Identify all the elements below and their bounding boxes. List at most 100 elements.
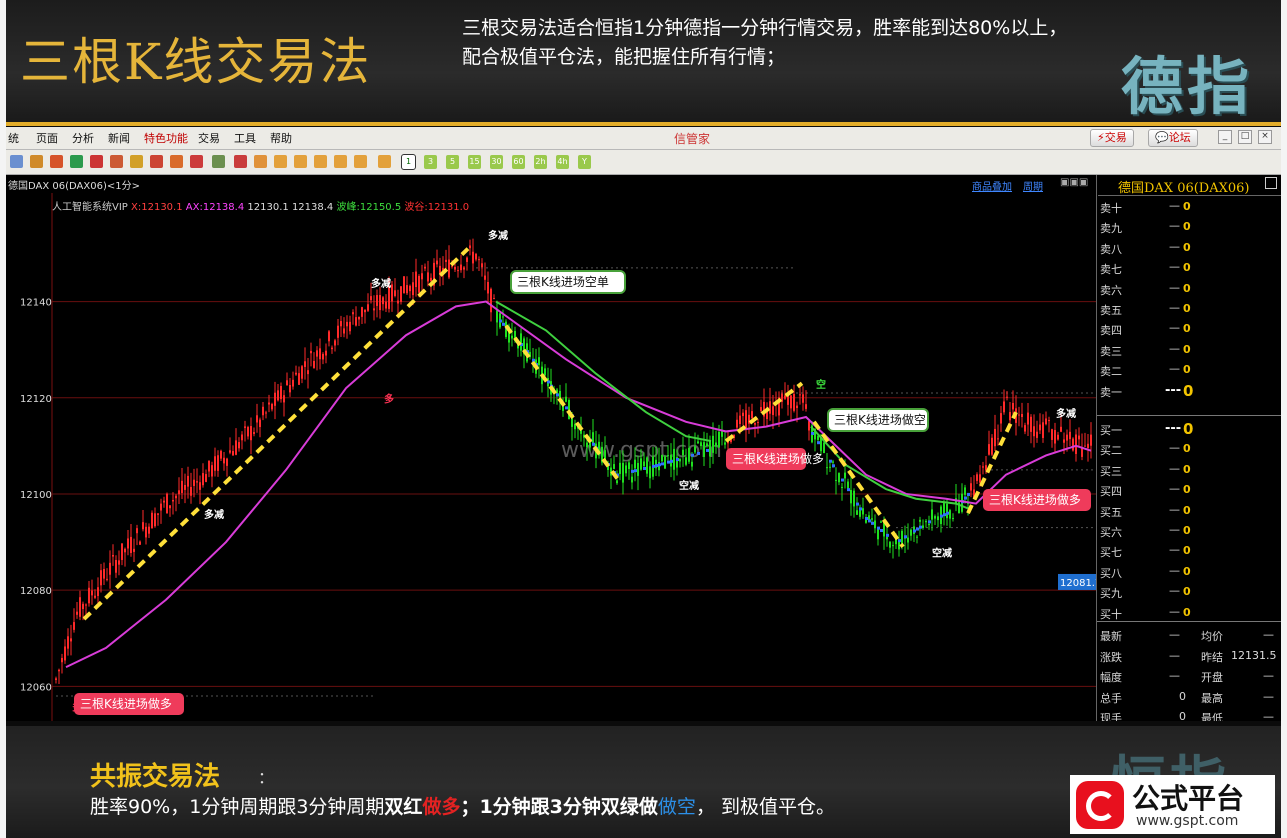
menu-special[interactable]: 特色功能 bbox=[144, 130, 188, 146]
buy-level-row[interactable]: 买三 —0 bbox=[1097, 460, 1281, 480]
candle-body bbox=[1063, 439, 1065, 443]
candle-body bbox=[403, 276, 405, 294]
candle-body bbox=[976, 474, 978, 481]
buy-level-row[interactable]: 买十 —0 bbox=[1097, 603, 1281, 623]
overlay-link[interactable]: 商品叠加 bbox=[972, 178, 1012, 193]
candle-body bbox=[790, 395, 792, 409]
stat-value-right: — bbox=[1263, 710, 1274, 721]
year-icon[interactable] bbox=[354, 155, 367, 168]
menu-trade[interactable]: 交易 bbox=[198, 130, 220, 146]
sell-level-row[interactable]: 卖二 —0 bbox=[1097, 360, 1281, 380]
period-15[interactable]: 15 bbox=[468, 155, 481, 169]
menu-page[interactable]: 页面 bbox=[36, 130, 58, 146]
minimize-button[interactable]: _ bbox=[1218, 130, 1232, 144]
pen-icon[interactable] bbox=[150, 155, 163, 168]
candle-body bbox=[1006, 396, 1008, 398]
news-icon[interactable] bbox=[50, 155, 63, 168]
period-2h[interactable]: 2h bbox=[534, 155, 547, 169]
period-5[interactable]: 5 bbox=[446, 155, 459, 169]
bars-icon[interactable] bbox=[30, 155, 43, 168]
buy-level-row[interactable]: 买二 —0 bbox=[1097, 439, 1281, 459]
kline-chart[interactable]: 1206012080121001212012140www.gspt.com多多多… bbox=[6, 175, 1096, 721]
refresh-icon[interactable] bbox=[70, 155, 83, 168]
minute-icon[interactable] bbox=[254, 155, 267, 168]
month-icon[interactable] bbox=[314, 155, 327, 168]
blue-dot bbox=[652, 464, 655, 468]
candle-body bbox=[736, 419, 738, 428]
candle-body bbox=[922, 525, 924, 528]
candle-body bbox=[739, 415, 741, 424]
sell-level-row[interactable]: 卖九 —0 bbox=[1097, 217, 1281, 237]
maximize-button[interactable]: □ bbox=[1238, 130, 1252, 144]
candle-body bbox=[88, 587, 90, 604]
tool-icon[interactable] bbox=[130, 155, 143, 168]
candle-body bbox=[265, 412, 267, 414]
blue-dot bbox=[661, 462, 664, 466]
period-60[interactable]: 60 bbox=[512, 155, 525, 169]
menu-system[interactable]: 统 bbox=[8, 130, 19, 146]
callout-label: 三根K线进场做多 bbox=[80, 696, 172, 711]
candle-body bbox=[1024, 425, 1026, 432]
candle-body bbox=[112, 554, 114, 557]
buy-level-row[interactable]: 买五 —0 bbox=[1097, 501, 1281, 521]
pin-icon[interactable] bbox=[190, 155, 203, 168]
sell-level-row[interactable]: 卖一 --- 0 bbox=[1097, 381, 1281, 401]
zoom-out-icon[interactable] bbox=[110, 155, 123, 168]
close-button[interactable]: × bbox=[1258, 130, 1272, 144]
chart-icon[interactable] bbox=[234, 155, 247, 168]
period-3[interactable]: 3 bbox=[424, 155, 437, 169]
table-icon[interactable] bbox=[212, 155, 225, 168]
period-30[interactable]: 30 bbox=[490, 155, 503, 169]
candle-body bbox=[496, 310, 498, 323]
brush-icon[interactable] bbox=[170, 155, 183, 168]
menu-news[interactable]: 新闻 bbox=[108, 130, 130, 146]
buy-level-row[interactable]: 买九 —0 bbox=[1097, 582, 1281, 602]
sell-level-row[interactable]: 卖六 —0 bbox=[1097, 279, 1281, 299]
candle-body bbox=[55, 678, 57, 681]
sell-level-row[interactable]: 卖七 —0 bbox=[1097, 258, 1281, 278]
level-price: — bbox=[1169, 523, 1180, 536]
buy-level-row[interactable]: 买七 —0 bbox=[1097, 541, 1281, 561]
blue-dot bbox=[880, 529, 883, 533]
period-y[interactable]: Y bbox=[578, 155, 591, 169]
sell-level-row[interactable]: 卖五 —0 bbox=[1097, 299, 1281, 319]
season-icon[interactable] bbox=[334, 155, 347, 168]
level-volume: 0 bbox=[1183, 605, 1191, 619]
menu-analysis[interactable]: 分析 bbox=[72, 130, 94, 146]
period-4h[interactable]: 4h bbox=[556, 155, 569, 169]
blue-dot bbox=[904, 535, 907, 539]
menu-tools[interactable]: 工具 bbox=[234, 130, 256, 146]
home-icon[interactable] bbox=[10, 155, 23, 168]
menu-help[interactable]: 帮助 bbox=[270, 130, 292, 146]
week-icon[interactable] bbox=[294, 155, 307, 168]
forum-button[interactable]: 💬论坛 bbox=[1148, 129, 1198, 147]
sell-level-row[interactable]: 卖八 —0 bbox=[1097, 238, 1281, 258]
candle-body bbox=[334, 340, 336, 346]
callout-label: 三根K线进场空单 bbox=[517, 275, 609, 289]
sell-level-row[interactable]: 卖十 —0 bbox=[1097, 197, 1281, 217]
level-label: 卖二 bbox=[1100, 365, 1122, 379]
candle-body bbox=[295, 372, 297, 375]
buy-level-row[interactable]: 买四 —0 bbox=[1097, 480, 1281, 500]
buy-level-row[interactable]: 买六 —0 bbox=[1097, 521, 1281, 541]
candle-body bbox=[241, 434, 243, 441]
candle-body bbox=[199, 482, 201, 490]
period-link[interactable]: 周期 bbox=[1023, 178, 1043, 193]
buy-level-row[interactable]: 买一 --- 0 bbox=[1097, 419, 1281, 439]
day-icon[interactable] bbox=[274, 155, 287, 168]
zoom-in-icon[interactable] bbox=[90, 155, 103, 168]
layout-icons[interactable]: ▣▣▣ bbox=[1060, 177, 1088, 188]
sell-level-row[interactable]: 卖四 —0 bbox=[1097, 319, 1281, 339]
period-1[interactable]: 1 bbox=[401, 154, 416, 170]
buy-level-row[interactable]: 买八 —0 bbox=[1097, 562, 1281, 582]
sell-level-row[interactable]: 卖三 —0 bbox=[1097, 340, 1281, 360]
panel-toggle-icon[interactable] bbox=[1265, 177, 1277, 189]
custom-period-icon[interactable] bbox=[378, 155, 391, 168]
trade-button[interactable]: ⚡交易 bbox=[1090, 129, 1134, 147]
candle-body bbox=[85, 604, 87, 606]
order-book-symbol: 德国DAX 06(DAX06) bbox=[1118, 181, 1250, 196]
level-price: — bbox=[1169, 604, 1180, 618]
candle-body bbox=[247, 427, 249, 437]
candle-body bbox=[619, 462, 621, 474]
blue-dot bbox=[634, 469, 637, 473]
